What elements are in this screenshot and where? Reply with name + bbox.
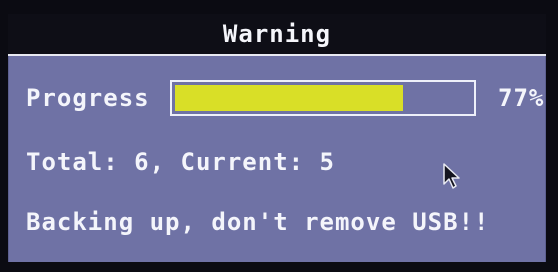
dialog-title-bar: Warning — [8, 14, 546, 56]
progress-percent: 77% — [498, 84, 545, 112]
dialog-title: Warning — [222, 20, 332, 48]
screen-bottom-edge — [0, 262, 558, 272]
progress-fill — [175, 85, 403, 111]
progress-bar — [170, 80, 476, 116]
total-current-status: Total: 6, Current: 5 — [26, 148, 335, 176]
mouse-pointer-icon — [443, 163, 460, 189]
progress-label: Progress — [26, 84, 150, 112]
warning-message: Backing up, don't remove USB!! — [26, 208, 490, 236]
